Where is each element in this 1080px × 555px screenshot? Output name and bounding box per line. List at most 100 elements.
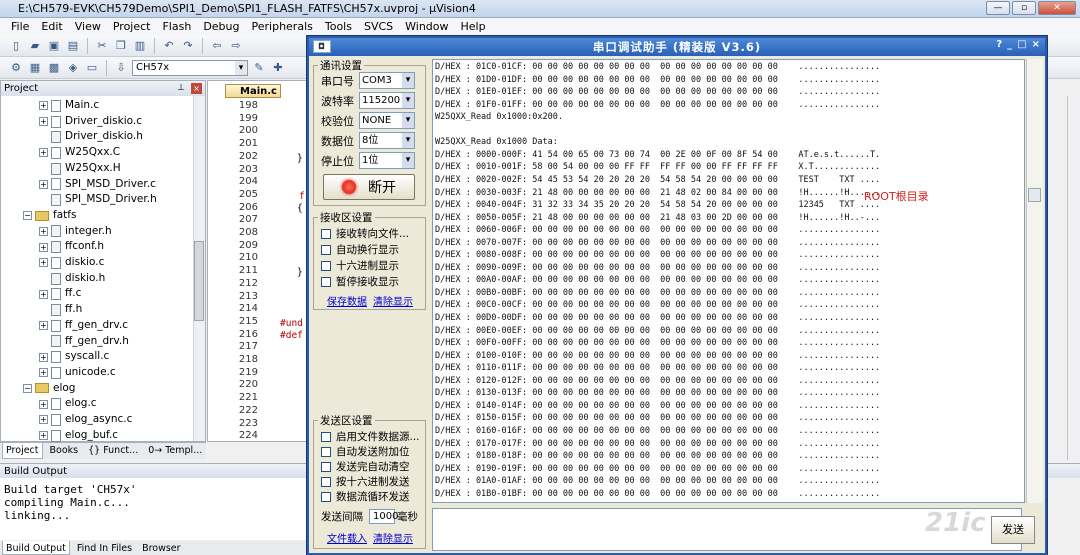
expand-toggle-icon[interactable]: + [39,226,48,236]
tree-item[interactable]: SPI_MSD_Driver.h [39,192,157,208]
expand-toggle-icon[interactable]: + [39,352,48,362]
expand-toggle-icon[interactable]: + [39,415,48,425]
tree-item[interactable]: + diskio.c [39,255,104,271]
clear-recv-link[interactable]: 清除显示 [373,293,413,308]
send-option[interactable]: 发送完自动清空 [321,459,410,474]
expand-toggle-icon[interactable]: + [39,399,48,409]
receive-scrollbar[interactable] [1026,59,1043,503]
menu-window[interactable]: Window [400,20,453,33]
editor-tab-main-c[interactable]: Main.c [225,84,281,98]
expand-toggle-icon[interactable]: + [39,431,48,441]
menu-peripherals[interactable]: Peripherals [247,20,318,33]
tree-item[interactable]: + elog.c [39,396,97,412]
tree-item[interactable]: + Driver_diskio.c [39,114,142,130]
tab-find-in-files[interactable]: Find In Files [74,541,135,555]
help-button[interactable]: ? [996,39,1003,50]
disconnect-button[interactable]: 断开 [323,174,415,200]
expand-toggle-icon[interactable]: + [39,148,48,158]
tab-functions[interactable]: {} Funct... [85,443,141,459]
tab-books[interactable]: Books [47,443,82,459]
expand-toggle-icon[interactable]: + [39,179,48,189]
tree-item[interactable]: + Main.c [39,98,99,114]
interval-input[interactable]: 1000 [369,509,398,524]
close-button[interactable]: × [1032,39,1041,50]
checkbox[interactable] [321,461,331,472]
expand-toggle-icon[interactable]: + [39,242,48,252]
save-all-icon[interactable]: ▤ [65,38,81,54]
receive-scroll-thumb[interactable] [1028,188,1041,202]
menu-svcs[interactable]: SVCS [359,20,398,33]
minimize-button[interactable]: — [986,1,1010,15]
expand-toggle-icon[interactable]: + [39,258,48,268]
new-file-icon[interactable]: ▯ [8,38,24,54]
recv-option[interactable]: 十六进制显示 [321,258,399,273]
maximize-button[interactable]: □ [1017,39,1027,50]
send-option[interactable]: 数据流循环发送 [321,489,410,504]
send-option[interactable]: 自动发送附加位 [321,444,410,459]
expand-toggle-icon[interactable]: − [23,211,32,221]
undo-icon[interactable]: ↶ [161,38,177,54]
save-data-link[interactable]: 保存数据 [327,293,367,308]
tree-item[interactable]: W25Qxx.H [39,161,121,177]
tree-item[interactable]: + integer.h [39,224,112,240]
editor-scrollbar[interactable] [1067,96,1079,460]
checkbox[interactable] [321,244,331,255]
load-file-link[interactable]: 文件载入 [327,530,367,545]
download-icon[interactable]: ⇩ [113,60,129,76]
nav-back-icon[interactable]: ⇦ [209,38,225,54]
expand-toggle-icon[interactable]: + [39,368,48,378]
tab-browser[interactable]: Browser [139,541,184,555]
send-option[interactable]: 按十六进制发送 [321,474,410,489]
tree-item[interactable]: + SPI_MSD_Driver.c [39,177,156,193]
expand-toggle-icon[interactable]: + [39,117,48,127]
checkbox[interactable] [321,446,331,457]
receive-area[interactable]: D/HEX : 01C0-01CF: 00 00 00 00 00 00 00 … [432,59,1025,503]
tree-item[interactable]: + W25Qxx.C [39,145,120,161]
close-panel-icon[interactable]: × [191,83,202,94]
expand-toggle-icon[interactable]: + [39,289,48,299]
checkbox[interactable] [321,276,331,287]
tree-item[interactable]: − fatfs [23,208,76,224]
save-icon[interactable]: ▣ [46,38,62,54]
menu-flash[interactable]: Flash [157,20,196,33]
port-select[interactable]: COM3 [359,72,415,89]
tree-item[interactable]: ff.h [39,302,82,318]
tree-item[interactable]: − elog [23,381,75,397]
recv-option[interactable]: 自动换行显示 [321,242,399,257]
checkbox[interactable] [321,228,331,239]
minimize-button[interactable]: _ [1007,39,1013,50]
rebuild-icon[interactable]: ▩ [46,60,62,76]
manage-components-icon[interactable]: ✚ [270,60,286,76]
tree-item[interactable]: + ffconf.h [39,239,104,255]
tree-item[interactable]: + syscall.c [39,349,109,365]
open-folder-icon[interactable]: ▰ [27,38,43,54]
nav-forward-icon[interactable]: ⇨ [228,38,244,54]
paste-icon[interactable]: ▥ [132,38,148,54]
recv-option[interactable]: 暂停接收显示 [321,274,399,289]
target-options-icon[interactable]: ✎ [251,60,267,76]
cut-icon[interactable]: ✂ [94,38,110,54]
tree-item[interactable]: + elog_async.c [39,412,132,428]
expand-toggle-icon[interactable]: − [23,383,32,393]
send-button[interactable]: 发送 [991,516,1035,544]
menu-file[interactable]: File [6,20,34,33]
batch-build-icon[interactable]: ◈ [65,60,81,76]
checkbox[interactable] [321,491,331,502]
translate-icon[interactable]: ⚙ [8,60,24,76]
tree-item[interactable]: diskio.h [39,271,105,287]
expand-toggle-icon[interactable]: + [39,101,48,111]
expand-toggle-icon[interactable]: + [39,321,48,331]
tree-item[interactable]: + unicode.c [39,365,116,381]
checkbox[interactable] [321,476,331,487]
menu-view[interactable]: View [70,20,106,33]
tree-item[interactable]: ff_gen_drv.h [39,334,129,350]
tree-item[interactable]: + ff.c [39,286,81,302]
menu-project[interactable]: Project [108,20,156,33]
send-option[interactable]: 启用文件数据源... [321,429,420,444]
stop-build-icon[interactable]: ▭ [84,60,100,76]
pin-icon[interactable]: ⊥ [177,81,185,96]
tree-item[interactable]: Driver_diskio.h [39,129,143,145]
target-select[interactable]: CH57x [132,59,248,76]
parity-select[interactable]: NONE [359,112,415,129]
checkbox[interactable] [321,260,331,271]
